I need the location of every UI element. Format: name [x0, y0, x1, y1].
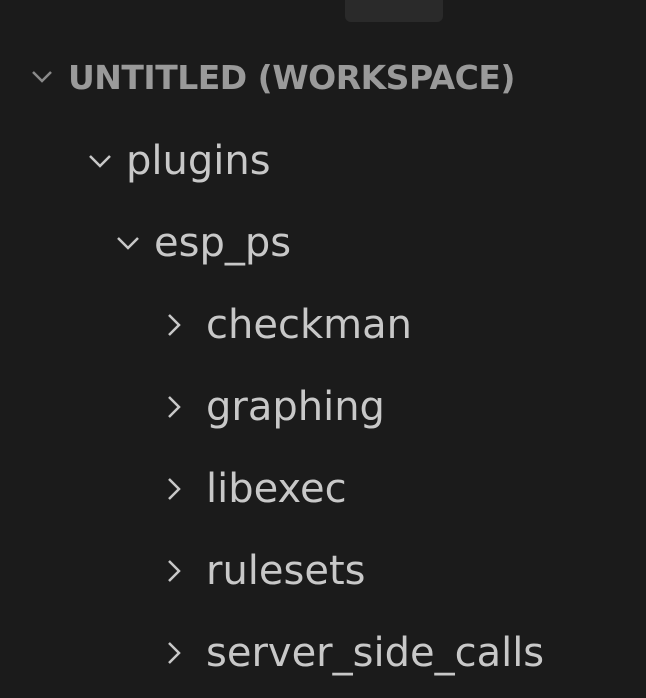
explorer-panel: UNTITLED (WORKSPACE) plugins esp_ps chec…	[0, 0, 646, 698]
chevron-down-icon	[112, 227, 144, 259]
chevron-right-icon	[158, 555, 190, 587]
tree-item-graphing[interactable]: graphing	[0, 372, 385, 442]
tree-item-label: rulesets	[206, 548, 366, 594]
workspace-header[interactable]: UNTITLED (WORKSPACE)	[0, 42, 516, 112]
tree-item-label: server_side_calls	[206, 630, 545, 676]
tree-item-plugins[interactable]: plugins	[0, 126, 271, 196]
tree-item-server-side-calls[interactable]: server_side_calls	[0, 618, 544, 688]
tree-item-label: checkman	[206, 302, 412, 348]
tree-item-rulesets[interactable]: rulesets	[0, 536, 366, 606]
chevron-right-icon	[158, 309, 190, 341]
tree-item-label: esp_ps	[154, 220, 292, 266]
tree-item-label: graphing	[206, 384, 385, 430]
tree-item-label: plugins	[126, 138, 271, 184]
tree-item-checkman[interactable]: checkman	[0, 290, 412, 360]
chevron-right-icon	[158, 391, 190, 423]
tree-item-libexec[interactable]: libexec	[0, 454, 347, 524]
chevron-right-icon	[158, 637, 190, 669]
tree-item-esp-ps[interactable]: esp_ps	[0, 208, 291, 278]
chevron-down-icon	[26, 61, 58, 93]
chevron-right-icon	[158, 473, 190, 505]
tree-item-label: libexec	[206, 466, 347, 512]
workspace-title: UNTITLED (WORKSPACE)	[68, 57, 516, 97]
chevron-down-icon	[84, 145, 116, 177]
top-tab	[345, 0, 443, 22]
